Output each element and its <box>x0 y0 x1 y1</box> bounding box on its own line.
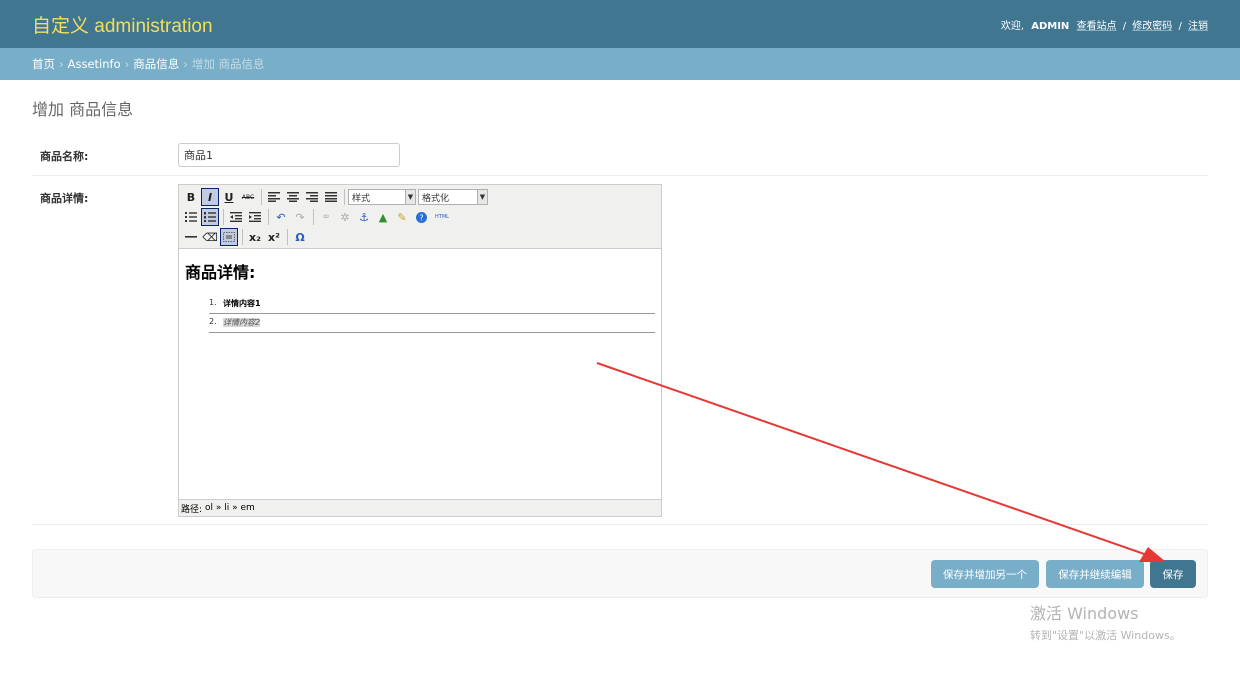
separator: / <box>1178 20 1182 32</box>
align-left-icon[interactable] <box>265 188 283 206</box>
strikethrough-icon[interactable]: ABC <box>239 188 257 206</box>
breadcrumb-current: 增加 商品信息 <box>191 57 265 71</box>
toolbar-row-3: ⌫ x₂ x² Ω <box>182 227 658 247</box>
name-label: 商品名称: <box>40 150 89 163</box>
visual-aid-icon[interactable] <box>220 228 238 246</box>
watermark-subtitle: 转到"设置"以激活 Windows。 <box>1030 629 1181 642</box>
subscript-icon[interactable]: x₂ <box>246 228 264 246</box>
toolbar-divider <box>313 209 314 225</box>
submit-row: 保存并增加另一个 保存并继续编辑 保存 <box>32 549 1208 598</box>
link-icon[interactable]: ∞ <box>317 208 335 226</box>
toolbar-divider <box>287 229 288 245</box>
breadcrumb-model[interactable]: 商品信息 <box>133 56 179 72</box>
redo-icon[interactable]: ↷ <box>291 208 309 226</box>
save-add-another-button[interactable]: 保存并增加另一个 <box>931 560 1039 588</box>
underline-icon[interactable]: U <box>220 188 238 206</box>
watermark-title: 激活 Windows <box>1030 604 1139 623</box>
site-header: 自定义 administration 欢迎, ADMIN 查看站点 / 修改密码… <box>0 0 1240 48</box>
undo-icon[interactable]: ↶ <box>272 208 290 226</box>
breadcrumb: 首页 › Assetinfo › 商品信息 › 增加 商品信息 <box>0 48 1240 80</box>
site-brand[interactable]: 自定义 administration <box>32 11 213 38</box>
unlink-icon[interactable]: ✲ <box>336 208 354 226</box>
change-password-link[interactable]: 修改密码 <box>1132 21 1172 32</box>
chevron-down-icon: ▼ <box>405 190 415 204</box>
path-label: 路径: <box>181 504 203 515</box>
list-item: 1. 详情内容1 <box>209 295 655 314</box>
breadcrumb-home[interactable]: 首页 <box>32 56 55 72</box>
rich-text-editor: B I U ABC 样式 ▼ 格式化 ▼ ↶ ↷ ∞ ✲ ⚓ ▲ ✎ ? HTM… <box>178 184 662 517</box>
toolbar-divider <box>223 209 224 225</box>
element-path[interactable]: ol » li » em <box>205 503 255 513</box>
content-heading: 商品详情: <box>185 263 256 282</box>
style-select-value: 样式 <box>352 193 371 204</box>
chevron-down-icon: ▼ <box>477 190 487 204</box>
cleanup-icon[interactable]: ✎ <box>393 208 411 226</box>
save-button[interactable]: 保存 <box>1150 560 1196 588</box>
content-list: 1. 详情内容1 2. 详情内容2 <box>209 295 655 333</box>
eraser-icon[interactable]: ⌫ <box>201 228 219 246</box>
image-icon[interactable]: ▲ <box>374 208 392 226</box>
charmap-icon[interactable]: Ω <box>291 228 309 246</box>
align-justify-icon[interactable] <box>322 188 340 206</box>
outdent-icon[interactable] <box>227 208 245 226</box>
svg-text:?: ? <box>419 213 423 222</box>
welcome-text: 欢迎, <box>1000 20 1025 32</box>
breadcrumb-separator: › <box>59 57 64 71</box>
save-continue-button[interactable]: 保存并继续编辑 <box>1046 560 1144 588</box>
breadcrumb-separator: › <box>124 57 130 71</box>
html-source-icon[interactable]: HTML <box>431 208 453 226</box>
anchor-icon[interactable]: ⚓ <box>355 208 373 226</box>
help-icon[interactable]: ? <box>412 208 430 226</box>
breadcrumb-app[interactable]: Assetinfo <box>68 57 121 71</box>
username: ADMIN <box>1031 20 1070 32</box>
editor-toolbar: B I U ABC 样式 ▼ 格式化 ▼ ↶ ↷ ∞ ✲ ⚓ ▲ ✎ ? HTM… <box>179 185 661 249</box>
style-select[interactable]: 样式 ▼ <box>348 189 416 205</box>
separator: / <box>1122 20 1127 32</box>
toolbar-divider <box>268 209 269 225</box>
detail-label: 商品详情: <box>40 192 89 205</box>
indent-icon[interactable] <box>246 208 264 226</box>
toolbar-divider <box>242 229 243 245</box>
view-site-link[interactable]: 查看站点 <box>1077 21 1117 32</box>
name-input[interactable] <box>178 143 400 167</box>
toolbar-divider <box>261 189 262 205</box>
numbered-list-icon[interactable] <box>201 208 219 226</box>
editor-content[interactable]: 商品详情: 1. 详情内容1 2. 详情内容2 <box>179 249 661 500</box>
form-row-name: 商品名称: <box>32 132 1208 176</box>
windows-activation-watermark: 激活 Windows 转到"设置"以激活 Windows。 <box>1030 600 1181 643</box>
align-center-icon[interactable] <box>284 188 302 206</box>
page-title: 增加 商品信息 <box>32 100 134 119</box>
breadcrumb-separator: › <box>183 57 188 71</box>
toolbar-divider <box>344 189 345 205</box>
italic-icon[interactable]: I <box>201 188 219 206</box>
horizontal-rule-icon[interactable] <box>182 228 200 246</box>
align-right-icon[interactable] <box>303 188 321 206</box>
format-select-value: 格式化 <box>422 193 450 204</box>
toolbar-row-2: ↶ ↷ ∞ ✲ ⚓ ▲ ✎ ? HTML <box>182 207 658 227</box>
logout-link[interactable]: 注销 <box>1188 21 1208 32</box>
toolbar-row-1: B I U ABC 样式 ▼ 格式化 ▼ <box>182 187 658 207</box>
superscript-icon[interactable]: x² <box>265 228 283 246</box>
user-tools: 欢迎, ADMIN 查看站点 / 修改密码 / 注销 <box>1001 17 1208 32</box>
list-item: 2. 详情内容2 <box>209 314 655 333</box>
editor-statusbar: 路径: ol » li » em <box>179 499 661 516</box>
bold-icon[interactable]: B <box>182 188 200 206</box>
form-row-detail: 商品详情: B I U ABC 样式 ▼ 格式化 ▼ ↶ ↷ ∞ ✲ ⚓ ▲ ✎… <box>32 176 1208 525</box>
format-select[interactable]: 格式化 ▼ <box>418 189 488 205</box>
bullet-list-icon[interactable] <box>182 208 200 226</box>
